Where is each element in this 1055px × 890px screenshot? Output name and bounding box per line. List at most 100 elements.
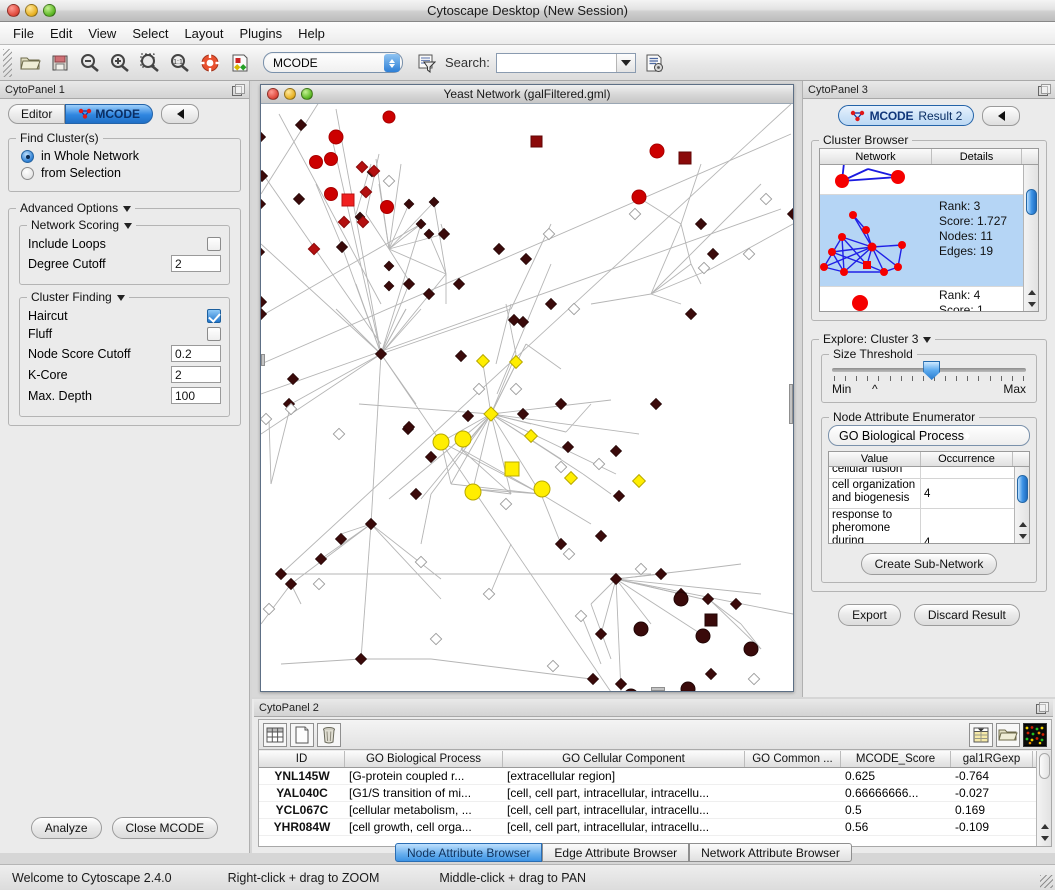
cluster-yellow-nodes[interactable] <box>433 355 645 500</box>
window-resize-grip[interactable] <box>1040 875 1053 888</box>
max-depth-input[interactable]: 100 <box>171 387 221 404</box>
tab-mcode-result-2[interactable]: MCODE Result 2 <box>838 105 975 126</box>
field-fluff[interactable]: Fluff <box>28 327 221 341</box>
col-occurrence[interactable]: Occurrence <box>921 452 1013 466</box>
zoom-actual-size-icon[interactable]: 1:1 <box>165 48 195 78</box>
scroll-down-button[interactable] <box>1026 299 1037 310</box>
collapse-panel-button[interactable] <box>982 106 1020 126</box>
menu-help[interactable]: Help <box>291 24 332 43</box>
filter-icon[interactable] <box>411 48 441 78</box>
network-graph[interactable] <box>261 104 793 691</box>
col-go-biological-process[interactable]: GO Biological Process <box>345 751 503 767</box>
tab-mcode[interactable]: MCODE <box>65 104 153 124</box>
field-max-depth[interactable]: Max. Depth 100 <box>28 387 221 404</box>
degree-cutoff-input[interactable]: 2 <box>171 255 221 272</box>
radio-from-selection[interactable]: from Selection <box>21 166 232 180</box>
new-document-icon[interactable] <box>290 723 314 747</box>
menu-edit[interactable]: Edit <box>43 24 79 43</box>
expression-matrix-icon[interactable] <box>1023 723 1047 747</box>
close-mcode-button[interactable]: Close MCODE <box>112 817 219 839</box>
canvas-scroll-nub-right[interactable] <box>789 384 793 424</box>
toolbar-drag-handle[interactable] <box>3 49 12 77</box>
node-attribute-select[interactable]: GO Biological Process <box>828 425 1030 446</box>
scroll-up-button[interactable] <box>1026 287 1037 298</box>
field-k-core[interactable]: K-Core 2 <box>28 366 221 383</box>
size-threshold-slider[interactable] <box>832 368 1026 372</box>
chevron-down-icon[interactable] <box>923 337 931 343</box>
radio-from-selection-control[interactable] <box>21 167 34 180</box>
scroll-up-button[interactable] <box>1017 519 1028 530</box>
zoom-out-icon[interactable] <box>75 48 105 78</box>
attribute-row[interactable]: cellular fusion <box>829 467 1029 479</box>
search-input[interactable] <box>496 53 636 73</box>
export-button[interactable]: Export <box>838 604 901 626</box>
col-mcode-score[interactable]: MCODE_Score <box>841 751 951 767</box>
discard-result-button[interactable]: Discard Result <box>914 604 1020 626</box>
float-panel-icon[interactable] <box>232 84 244 96</box>
col-network[interactable]: Network <box>820 149 932 164</box>
table-row[interactable]: YHR084W [cell growth, cell orga... [cell… <box>259 819 1051 836</box>
field-include-loops[interactable]: Include Loops <box>28 237 221 251</box>
cluster-finding-legend[interactable]: Cluster Finding <box>27 290 129 304</box>
plugin-select[interactable]: MCODE <box>263 52 403 73</box>
table-row[interactable]: YCL067C [cellular metabolism, ... [cell,… <box>259 802 1051 819</box>
fluff-checkbox[interactable] <box>207 327 221 341</box>
cluster-browser-scroll-thumb[interactable] <box>1026 189 1037 215</box>
menu-layout[interactable]: Layout <box>177 24 230 43</box>
cluster-browser-scrollbar[interactable] <box>1023 165 1038 311</box>
col-id[interactable]: ID <box>259 751 345 767</box>
node-attribute-scroll-thumb[interactable] <box>1017 475 1028 503</box>
canvas-scroll-nub-left[interactable] <box>261 354 265 366</box>
plugin-select-arrows[interactable] <box>384 54 400 72</box>
include-loops-checkbox[interactable] <box>207 237 221 251</box>
zoom-selected-icon[interactable] <box>135 48 165 78</box>
table-row[interactable]: YNL145W [G-protein coupled r... [extrace… <box>259 768 1051 785</box>
zoom-in-icon[interactable] <box>105 48 135 78</box>
search-history-dropdown[interactable] <box>616 54 635 72</box>
menu-select[interactable]: Select <box>125 24 175 43</box>
canvas-scroll-nub-bottom[interactable] <box>651 687 665 691</box>
cluster-row[interactable]: Rank: 4 Score: 1 <box>820 287 1038 312</box>
col-gal1rgexp[interactable]: gal1RGexp <box>951 751 1033 767</box>
node-attribute-table[interactable]: ID GO Biological Process GO Cellular Com… <box>259 751 1051 846</box>
attribute-row[interactable]: cell organization and biogenesis 4 <box>829 479 1029 509</box>
table-grid-icon[interactable] <box>263 723 287 747</box>
menu-view[interactable]: View <box>81 24 123 43</box>
col-go-common-name[interactable]: GO Common ... <box>745 751 841 767</box>
tab-node-attribute-browser[interactable]: Node Attribute Browser <box>395 843 542 862</box>
open-folder-icon[interactable] <box>15 48 45 78</box>
chevron-down-icon[interactable] <box>124 223 132 229</box>
trash-can-icon[interactable] <box>317 723 341 747</box>
advanced-options-legend[interactable]: Advanced Options <box>16 201 135 215</box>
search-results-icon[interactable] <box>639 48 669 78</box>
node-score-cutoff-input[interactable]: 0.2 <box>171 345 221 362</box>
col-details[interactable]: Details <box>932 149 1022 164</box>
network-scoring-legend[interactable]: Network Scoring <box>27 218 136 232</box>
menu-file[interactable]: File <box>6 24 41 43</box>
create-sub-network-button[interactable]: Create Sub-Network <box>861 553 998 575</box>
save-floppy-icon[interactable] <box>45 48 75 78</box>
radio-in-whole-network[interactable]: in Whole Network <box>21 149 232 163</box>
tab-editor[interactable]: Editor <box>8 104 65 124</box>
attribute-row[interactable]: response to pheromone during 4 <box>829 509 1029 544</box>
cluster-row[interactable] <box>820 165 1038 195</box>
chevron-down-icon[interactable] <box>123 206 131 212</box>
cluster-browser-table[interactable]: Network Details <box>819 148 1039 312</box>
table-row[interactable]: YAL040C [G1/S transition of mi... [cell,… <box>259 785 1051 802</box>
chevron-down-icon[interactable] <box>117 295 125 301</box>
k-core-input[interactable]: 2 <box>171 366 221 383</box>
node-attribute-scrollbar[interactable] <box>1014 467 1029 543</box>
field-degree-cutoff[interactable]: Degree Cutoff 2 <box>28 255 221 272</box>
col-value[interactable]: Value <box>829 452 921 466</box>
table-scroll-thumb[interactable] <box>1039 753 1050 779</box>
open-folder-icon[interactable] <box>996 723 1020 747</box>
network-canvas[interactable] <box>261 104 793 691</box>
scroll-down-button[interactable] <box>1017 531 1028 542</box>
select-columns-icon[interactable] <box>969 723 993 747</box>
menu-plugins[interactable]: Plugins <box>233 24 290 43</box>
table-scrollbar[interactable] <box>1036 751 1051 846</box>
col-go-cellular-component[interactable]: GO Cellular Component <box>503 751 745 767</box>
cluster-red-nodes-right[interactable] <box>383 111 691 204</box>
scroll-down-button[interactable] <box>1039 833 1050 844</box>
cluster-row-selected[interactable]: Rank: 3 Score: 1.727 Nodes: 11 Edges: 19 <box>820 195 1038 287</box>
